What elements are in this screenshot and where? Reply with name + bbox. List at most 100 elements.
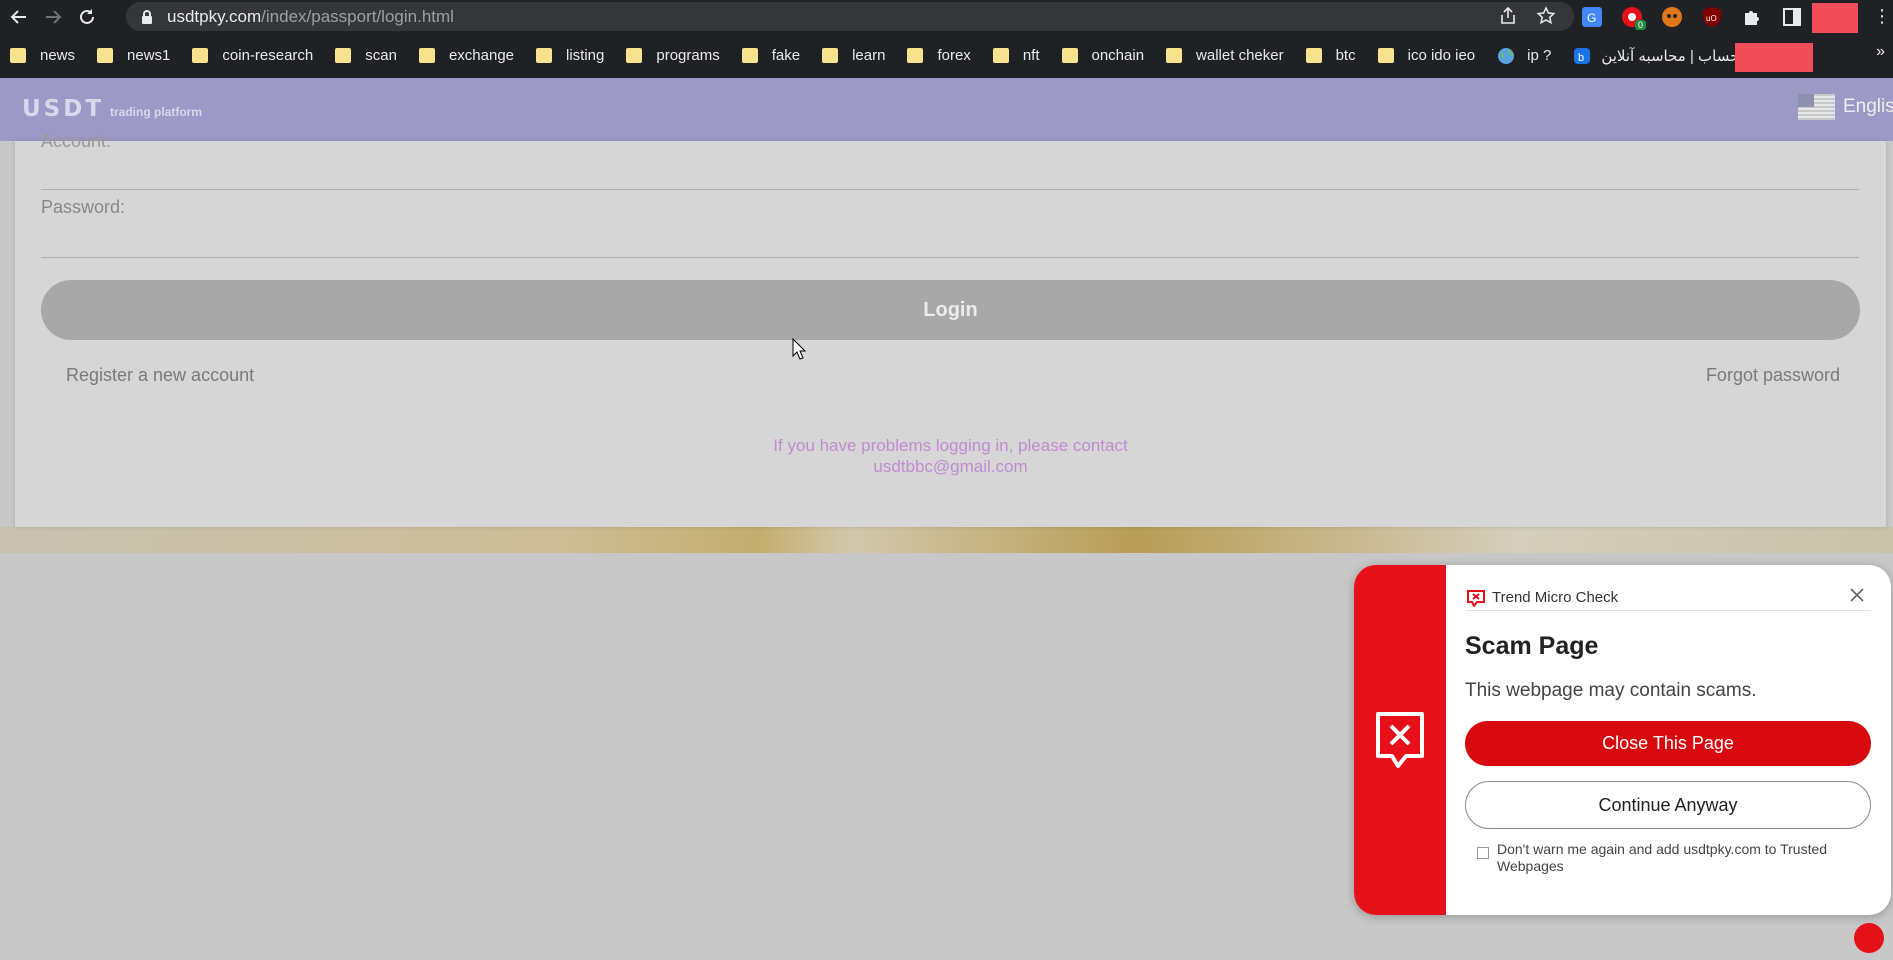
site-logo-subtitle: trading platform: [110, 105, 202, 119]
bookmark-label: news: [40, 47, 76, 64]
omnibox-actions: [1498, 6, 1556, 26]
bookmark-ip[interactable]: ip ?: [1497, 47, 1551, 65]
bookmark-learn[interactable]: learn: [822, 47, 885, 64]
folder-icon: [1166, 48, 1183, 63]
url-path: /index/passport/login.html: [261, 6, 454, 26]
close-this-page-button[interactable]: Close This Page: [1465, 721, 1871, 766]
bookmark-label: learn: [852, 47, 886, 64]
contact-text: If you have problems logging in, please …: [773, 436, 1128, 455]
bookmark-label: btc: [1335, 47, 1356, 64]
register-link[interactable]: Register a new account: [66, 365, 254, 386]
bookmark-label: programs: [656, 47, 720, 64]
bookmark-label: باحساب | محاسبه آنلاین: [1601, 47, 1749, 65]
bookmark-news1[interactable]: news1: [97, 47, 170, 64]
svg-text:uO: uO: [1706, 14, 1717, 23]
side-panel-icon[interactable]: [1778, 3, 1806, 31]
reload-icon: [80, 8, 94, 24]
trend-micro-warning-popup: Trend Micro Check Scam Page This webpage…: [1354, 565, 1891, 915]
login-button[interactable]: Login: [41, 280, 1860, 340]
extensions-puzzle-icon[interactable]: [1738, 3, 1766, 31]
bookmark-fake[interactable]: fake: [741, 47, 801, 64]
extension-badge: 0: [1634, 20, 1646, 30]
browser-toolbar: usdtpky.com/index/passport/login.html G …: [0, 0, 1893, 41]
reload-button[interactable]: [72, 2, 102, 32]
site-header: USDT trading platform Englis: [0, 78, 1893, 141]
password-input[interactable]: [41, 257, 1859, 258]
google-translate-icon[interactable]: G: [1578, 3, 1606, 31]
ublock-origin-icon[interactable]: uO: [1698, 3, 1726, 31]
folder-icon: [1377, 48, 1394, 63]
back-arrow-icon: [10, 9, 26, 24]
url-text[interactable]: usdtpky.com/index/passport/login.html: [167, 7, 454, 27]
address-bar[interactable]: usdtpky.com/index/passport/login.html: [126, 2, 1574, 31]
bookmark-nft[interactable]: nft: [992, 47, 1040, 64]
folder-icon: [907, 48, 924, 63]
globe-icon: [1498, 47, 1515, 64]
menu-kebab-icon[interactable]: ⋮: [1873, 6, 1891, 27]
bookmark-label: coin-research: [222, 47, 314, 64]
forward-arrow-icon: [46, 9, 62, 24]
bookmark-label: scan: [365, 47, 397, 64]
bookmarks-bar: news news1 coin-research scan exchange l…: [0, 33, 1893, 78]
popup-brand: Trend Micro Check: [1492, 589, 1619, 606]
contact-message: If you have problems logging in, please …: [15, 435, 1886, 477]
lock-icon[interactable]: [141, 9, 155, 24]
dont-warn-label: Don't warn me again and add usdtpky.com …: [1497, 841, 1828, 874]
bookmark-bahesab[interactable]: b باحساب | محاسبه آنلاین: [1573, 47, 1748, 65]
bookmark-programs[interactable]: programs: [626, 47, 720, 64]
folder-icon: [97, 48, 114, 63]
continue-anyway-button[interactable]: Continue Anyway: [1465, 781, 1871, 829]
bookmark-ico-ido-ieo[interactable]: ico ido ieo: [1377, 47, 1476, 64]
bookmark-exchange[interactable]: exchange: [418, 47, 515, 64]
url-domain: usdtpky.com: [167, 6, 262, 26]
bookmark-label: fake: [771, 47, 801, 64]
bookmark-btc[interactable]: btc: [1305, 47, 1356, 64]
bookmark-coin-research[interactable]: coin-research: [192, 47, 313, 64]
bookmark-star-icon[interactable]: [1536, 6, 1556, 26]
bookmark-redacted[interactable]: [1735, 43, 1813, 72]
trend-micro-logo-icon: [1467, 589, 1485, 607]
bookmark-label: ip ?: [1527, 47, 1552, 64]
warning-sidebar: [1354, 565, 1446, 915]
bookmark-label: nft: [1022, 47, 1040, 64]
bookmark-label: exchange: [448, 47, 515, 64]
bookmark-wallet-cheker[interactable]: wallet cheker: [1166, 47, 1284, 64]
contact-email[interactable]: usdtbbc@gmail.com: [15, 456, 1886, 477]
bookmark-label: listing: [566, 47, 605, 64]
bookmark-scan[interactable]: scan: [335, 47, 397, 64]
bookmark-label: onchain: [1091, 47, 1145, 64]
trend-micro-floating-icon[interactable]: [1854, 923, 1884, 953]
bookmark-listing[interactable]: listing: [536, 47, 604, 64]
close-icon[interactable]: [1847, 585, 1867, 605]
forward-button[interactable]: [38, 2, 68, 32]
site-logo[interactable]: USDT: [22, 96, 104, 122]
bookmarks-overflow-chevron[interactable]: »: [1876, 43, 1885, 61]
trend-micro-extension-icon[interactable]: 0: [1618, 3, 1646, 31]
share-icon[interactable]: [1498, 6, 1518, 26]
account-input[interactable]: [41, 189, 1859, 190]
us-flag-icon: [1798, 94, 1835, 120]
folder-icon: [335, 48, 352, 63]
folder-icon: [192, 48, 209, 63]
language-selector[interactable]: Englis: [1798, 94, 1893, 120]
mouse-cursor-icon: [792, 338, 806, 360]
popup-header: Trend Micro Check: [1466, 585, 1871, 611]
dont-warn-checkbox[interactable]: [1477, 847, 1489, 859]
folder-icon: [992, 48, 1009, 63]
folder-icon: [418, 48, 435, 63]
bookmark-onchain[interactable]: onchain: [1061, 47, 1145, 64]
metamask-fox-icon[interactable]: [1658, 3, 1686, 31]
forgot-password-link[interactable]: Forgot password: [1706, 365, 1840, 386]
folder-icon: [1061, 48, 1078, 63]
site-icon: b: [1574, 47, 1591, 64]
back-button[interactable]: [4, 2, 34, 32]
login-form: Account: Password: Login Register a new …: [15, 131, 1886, 527]
folder-icon: [741, 48, 758, 63]
extensions-area: G 0 uO: [1578, 3, 1806, 31]
bookmark-forex[interactable]: forex: [907, 47, 971, 64]
bookmark-label: ico ido ieo: [1407, 47, 1476, 64]
account-label: Account:: [41, 131, 112, 151]
popup-title: Scam Page: [1465, 632, 1599, 660]
folder-icon: [1305, 48, 1322, 63]
bookmark-news[interactable]: news: [10, 47, 75, 64]
